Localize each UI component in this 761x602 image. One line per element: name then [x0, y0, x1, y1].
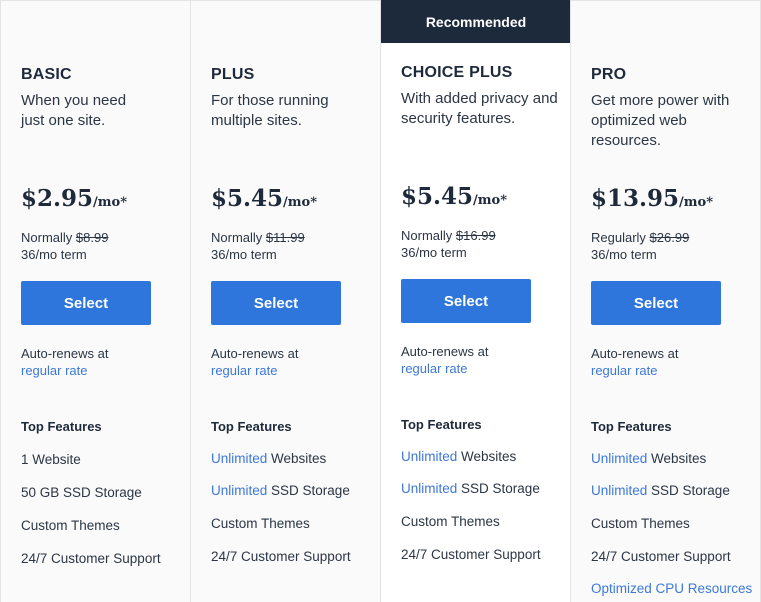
feature-item: 24/7 Customer Support	[401, 547, 541, 562]
select-choice-plus-button[interactable]: Select	[401, 279, 531, 323]
feature-item: Unlimited SSD Storage	[591, 483, 730, 498]
feature-item: 24/7 Customer Support	[211, 549, 351, 564]
regular-rate-link[interactable]: regular rate	[211, 362, 298, 379]
feature-item: Unlimited Websites	[211, 451, 327, 466]
auto-renew-note: Auto-renews at regular rate	[21, 345, 108, 379]
auto-renew-note: Auto-renews at regular rate	[591, 345, 678, 379]
features-title: Top Features	[591, 419, 672, 434]
price-amount: $5.45	[401, 183, 474, 210]
normal-label: Normally	[211, 230, 263, 245]
features-title: Top Features	[21, 419, 102, 434]
normal-label: Normally	[21, 230, 73, 245]
plan-description: With added privacy and security features…	[401, 90, 558, 127]
price-amount: $2.95	[21, 185, 94, 212]
pricing-table: BASIC When you need just one site. $2.95…	[0, 0, 761, 602]
select-pro-button[interactable]: Select	[591, 281, 721, 325]
feature-item: 24/7 Customer Support	[591, 549, 731, 564]
feature-item: Custom Themes	[211, 516, 310, 531]
feature-item: 1 Website	[21, 452, 81, 467]
price-amount: $5.45	[211, 185, 284, 212]
normal-price-info: Normally $8.99 36/mo term	[21, 229, 108, 263]
renew-text: Auto-renews at	[591, 346, 679, 361]
regular-rate-link[interactable]: regular rate	[21, 362, 108, 379]
original-price: $8.99	[75, 230, 109, 245]
plan-description: Get more power with optimized web resour…	[591, 92, 730, 149]
price-period: /mo*	[283, 195, 318, 210]
normal-price-info: Normally $16.99 36/mo term	[401, 227, 496, 261]
plan-price: $5.45/mo*	[401, 183, 507, 210]
plan-name: PLUS	[211, 66, 255, 83]
term: 36/mo term	[21, 247, 87, 262]
original-price: $11.99	[265, 230, 305, 245]
original-price: $26.99	[649, 230, 690, 245]
features-title: Top Features	[401, 417, 482, 432]
feature-item: Custom Themes	[21, 518, 120, 533]
plan-name: PRO	[591, 66, 627, 83]
renew-text: Auto-renews at	[211, 346, 299, 361]
feature-item: Custom Themes	[401, 514, 500, 529]
plan-name: CHOICE PLUS	[401, 64, 513, 81]
price-period: /mo*	[93, 195, 128, 210]
plan-column-plus: PLUS For those running multiple sites. $…	[190, 0, 380, 602]
plan-description: When you need just one site.	[21, 92, 127, 129]
auto-renew-note: Auto-renews at regular rate	[401, 343, 488, 377]
normal-price-info: Normally $11.99 36/mo term	[211, 229, 305, 263]
normal-label: Regularly	[591, 230, 646, 245]
plan-price: $5.45/mo*	[211, 185, 317, 212]
normal-price-info: Regularly $26.99 36/mo term	[591, 229, 689, 263]
feature-item: Custom Themes	[591, 516, 690, 531]
select-basic-button[interactable]: Select	[21, 281, 151, 325]
recommended-badge: Recommended	[381, 0, 571, 43]
plan-column-pro: PRO Get more power with optimized web re…	[570, 0, 761, 602]
feature-item: Unlimited SSD Storage	[211, 483, 350, 498]
renew-text: Auto-renews at	[21, 346, 109, 361]
feature-item: 50 GB SSD Storage	[21, 485, 142, 500]
feature-item-optimized-cpu: Optimized CPU Resources	[591, 581, 753, 596]
term: 36/mo term	[211, 247, 277, 262]
price-period: /mo*	[679, 195, 714, 210]
renew-text: Auto-renews at	[401, 344, 489, 359]
regular-rate-link[interactable]: regular rate	[591, 362, 678, 379]
normal-label: Normally	[401, 228, 453, 243]
price-amount: $13.95	[591, 185, 680, 212]
price-period: /mo*	[473, 193, 508, 208]
plan-name: BASIC	[21, 66, 72, 83]
plan-price: $13.95/mo*	[591, 185, 713, 212]
regular-rate-link[interactable]: regular rate	[401, 360, 488, 377]
auto-renew-note: Auto-renews at regular rate	[211, 345, 298, 379]
original-price: $16.99	[455, 228, 496, 243]
features-title: Top Features	[211, 419, 292, 434]
feature-item: 24/7 Customer Support	[21, 551, 161, 566]
term: 36/mo term	[401, 245, 467, 260]
term: 36/mo term	[591, 247, 657, 262]
feature-item: Unlimited Websites	[591, 451, 707, 466]
plan-description: For those running multiple sites.	[211, 92, 329, 129]
select-plus-button[interactable]: Select	[211, 281, 341, 325]
plan-column-choice-plus: Recommended CHOICE PLUS With added priva…	[380, 0, 571, 602]
plan-price: $2.95/mo*	[21, 185, 127, 212]
feature-item: Unlimited SSD Storage	[401, 481, 540, 496]
plan-column-basic: BASIC When you need just one site. $2.95…	[0, 0, 190, 602]
feature-item: Unlimited Websites	[401, 449, 517, 464]
